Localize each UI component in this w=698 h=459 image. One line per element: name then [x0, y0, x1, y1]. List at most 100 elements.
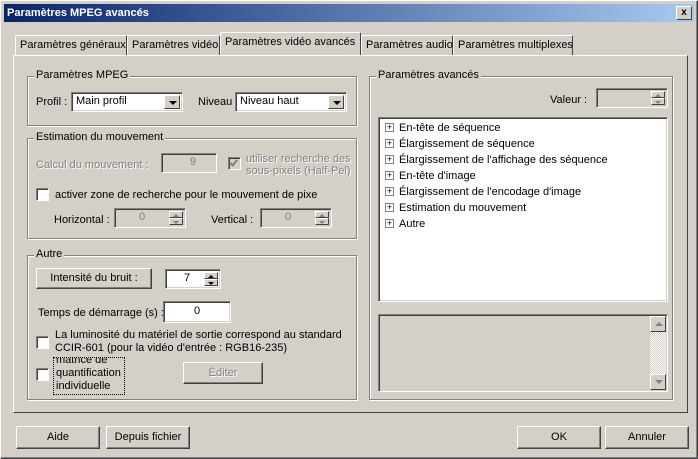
ccir-label-line-2: CCIR-601 (pour la vidéo d'entrée : RGB16…	[55, 342, 287, 354]
tree-item[interactable]: + Élargissement de l'encodage d'image	[385, 184, 581, 200]
tree-item-label: Élargissement de l'affichage des séquenc…	[399, 154, 608, 166]
tree-item-label: Élargissement de l'encodage d'image	[399, 186, 582, 198]
vertical-spinner[interactable]: 0	[260, 208, 332, 228]
vertical-label: Vertical :	[211, 214, 254, 226]
arrow-down-icon	[655, 380, 663, 384]
advanced-settings-legend: Paramètres avancés	[376, 69, 481, 81]
other-legend: Autre	[34, 248, 65, 260]
tree-item[interactable]: + Autre	[385, 216, 425, 232]
quantization-matrix-checkbox[interactable]	[36, 368, 49, 381]
ok-button[interactable]: OK	[517, 426, 601, 449]
tab-video-settings[interactable]: Paramètres vidéo	[127, 35, 220, 55]
expand-icon[interactable]: +	[385, 202, 394, 212]
expand-icon[interactable]: +	[385, 122, 394, 132]
spin-up-button[interactable]	[315, 211, 329, 218]
settings-tree[interactable]: + En-tête de séquence + Élargissement de s…	[378, 117, 668, 302]
ccir-checkbox[interactable]	[36, 336, 49, 349]
close-button[interactable]: x	[676, 6, 692, 20]
tab-label: Paramètres multiplexes	[458, 39, 573, 51]
noise-intensity-button[interactable]: Intensité du bruit :	[36, 268, 152, 289]
tab-label: Paramètres généraux	[20, 39, 126, 51]
tree-item-label: Estimation du mouvement	[399, 202, 527, 214]
tree-item-label: En-tête de séquence	[399, 122, 501, 134]
tree-item[interactable]: + Estimation du mouvement	[385, 200, 526, 216]
horizontal-value: 0	[139, 211, 146, 223]
spin-down-button[interactable]	[169, 218, 183, 225]
startup-time-input[interactable]: 0	[163, 301, 231, 323]
tab-audio-settings[interactable]: Paramètres audio	[361, 35, 453, 55]
subpixel-label-line-2: sous-pixels (Half-Pel)	[246, 165, 351, 177]
chevron-down-icon	[333, 101, 341, 105]
help-button-label: Aide	[46, 431, 70, 443]
advanced-settings-group: Paramètres avancés Valeur : + En-tête de …	[369, 69, 673, 400]
level-select[interactable]: Niveau haut	[235, 92, 347, 112]
scroll-down-button[interactable]	[650, 374, 666, 390]
expand-icon[interactable]: +	[385, 154, 394, 164]
mpeg-settings-group: Paramètres MPEG Profil : Main profil Niv…	[27, 69, 357, 126]
matrix-label-line-2: quantification	[56, 367, 121, 379]
spin-down-button[interactable]	[651, 98, 665, 105]
horizontal-spinner[interactable]: 0	[114, 208, 186, 228]
arrow-up-icon	[319, 214, 325, 217]
quantization-matrix-label: matrice de quantification individuelle	[53, 357, 125, 395]
dialog-window: Paramètres MPEG avancés x Paramètres gén…	[0, 0, 698, 459]
help-button[interactable]: Aide	[16, 426, 100, 449]
matrix-label-line-1: matrice de	[56, 358, 108, 366]
title-bar[interactable]: Paramètres MPEG avancés x	[4, 4, 694, 22]
expand-icon[interactable]: +	[385, 170, 394, 180]
subpixel-checkbox[interactable]	[228, 157, 241, 170]
arrow-up-icon	[173, 214, 179, 217]
spin-up-button[interactable]	[169, 211, 183, 218]
matrix-label-line-3: individuelle	[56, 380, 111, 392]
spin-up-button[interactable]	[651, 91, 665, 98]
noise-value: 7	[184, 272, 191, 284]
value-spinner[interactable]	[596, 88, 668, 108]
horizontal-spin-buttons[interactable]	[169, 211, 183, 225]
tab-advanced-video-settings[interactable]: Paramètres vidéo avancés	[220, 32, 361, 55]
close-icon: x	[681, 7, 687, 18]
tab-panel: Paramètres MPEG Profil : Main profil Niv…	[13, 55, 688, 413]
mpeg-settings-legend: Paramètres MPEG	[34, 69, 131, 81]
tree-item-label: Autre	[399, 218, 426, 230]
arrow-down-icon	[319, 221, 325, 224]
level-label: Niveau	[198, 96, 233, 108]
expand-icon[interactable]: +	[385, 218, 394, 228]
tree-item[interactable]: + Élargissement de séquence	[385, 136, 535, 152]
scroll-up-button[interactable]	[650, 316, 666, 332]
motion-calc-input[interactable]: 9	[161, 153, 217, 173]
tree-item-label: En-tête d'image	[399, 170, 476, 182]
noise-spin-buttons[interactable]	[204, 272, 218, 286]
search-zone-checkbox[interactable]	[36, 188, 49, 201]
spin-down-button[interactable]	[204, 279, 218, 286]
expand-icon[interactable]: +	[385, 186, 394, 196]
vertical-value: 0	[285, 211, 292, 223]
level-dropdown-button[interactable]	[328, 95, 344, 109]
tab-label: Paramètres audio	[366, 39, 453, 51]
tree-item[interactable]: + Élargissement de l'affichage des séquen…	[385, 152, 608, 168]
vertical-spin-buttons[interactable]	[315, 211, 329, 225]
spin-down-button[interactable]	[315, 218, 329, 225]
tab-multiplex-settings[interactable]: Paramètres multiplexes	[453, 35, 573, 55]
spin-up-button[interactable]	[204, 272, 218, 279]
checkmark-icon	[229, 157, 238, 167]
profile-label: Profil :	[36, 96, 68, 108]
horizontal-label: Horizontal :	[54, 214, 110, 226]
other-group: Autre Intensité du bruit : 7 Temps de dé…	[27, 248, 357, 400]
tree-item[interactable]: + En-tête de séquence	[385, 120, 501, 136]
from-file-button[interactable]: Depuis fichier	[106, 426, 190, 449]
noise-spinner[interactable]: 7	[165, 269, 221, 289]
tab-general-settings[interactable]: Paramètres généraux	[15, 35, 127, 55]
startup-time-value: 0	[194, 305, 201, 317]
tree-item[interactable]: + En-tête d'image	[385, 168, 476, 184]
profile-select[interactable]: Main profil	[71, 92, 183, 112]
description-scrollbar[interactable]	[650, 316, 666, 390]
motion-calc-label: Calcul du mouvement :	[36, 159, 149, 171]
arrow-down-icon	[655, 101, 661, 104]
edit-button[interactable]: Éditer	[183, 362, 263, 384]
cancel-button[interactable]: Annuler	[605, 426, 689, 449]
profile-value: Main profil	[76, 95, 127, 107]
profile-dropdown-button[interactable]	[164, 95, 180, 109]
value-spin-buttons[interactable]	[651, 91, 665, 105]
expand-icon[interactable]: +	[385, 138, 394, 148]
startup-time-label: Temps de démarrage (s) :	[38, 307, 164, 319]
